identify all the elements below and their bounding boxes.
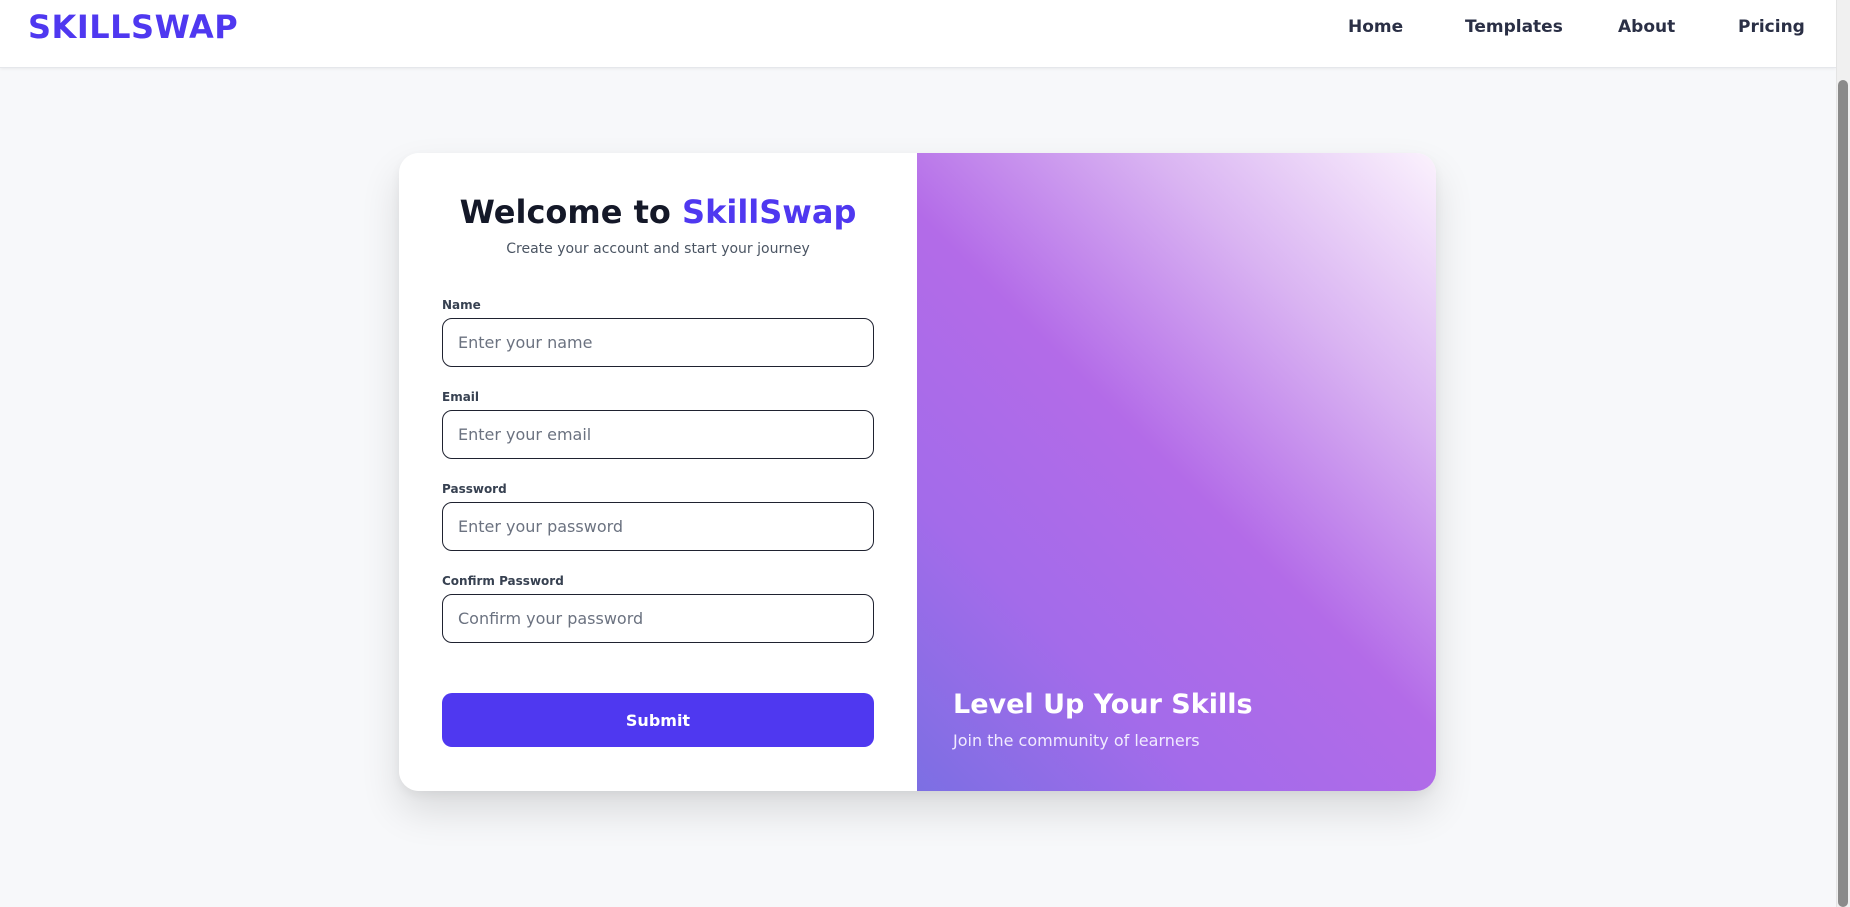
nav-link-home[interactable]: Home (1348, 17, 1403, 37)
name-field[interactable] (442, 318, 874, 367)
page-title: Welcome to SkillSwap (399, 193, 917, 231)
page-subtitle: Create your account and start your journ… (506, 241, 810, 257)
email-label: Email (442, 390, 480, 404)
title-prefix: Welcome to (459, 193, 683, 231)
nav-link-pricing[interactable]: Pricing (1738, 17, 1805, 37)
nav-link-templates[interactable]: Templates (1465, 17, 1563, 37)
nav-link-about[interactable]: About (1618, 17, 1675, 37)
name-label: Name (442, 298, 481, 312)
promo-title: Level Up Your Skills (953, 689, 1253, 720)
signup-card: Welcome to SkillSwap Create your account… (399, 153, 1436, 791)
email-field[interactable] (442, 410, 874, 459)
top-navbar: SKILLSWAP Home Templates About Pricing (0, 0, 1836, 68)
title-brand: SkillSwap (682, 193, 857, 231)
password-field[interactable] (442, 502, 874, 551)
password-label: Password (442, 482, 507, 496)
promo-subtitle: Join the community of learners (953, 731, 1200, 750)
nav-links: Home Templates About Pricing (0, 17, 1836, 41)
confirm-password-label: Confirm Password (442, 574, 564, 588)
scrollbar-thumb[interactable] (1838, 80, 1848, 907)
promo-panel: Level Up Your Skills Join the community … (917, 153, 1436, 791)
submit-button[interactable]: Submit (442, 693, 874, 747)
confirm-password-field[interactable] (442, 594, 874, 643)
scrollbar[interactable] (1836, 0, 1850, 907)
signup-form: Welcome to SkillSwap Create your account… (399, 153, 917, 791)
